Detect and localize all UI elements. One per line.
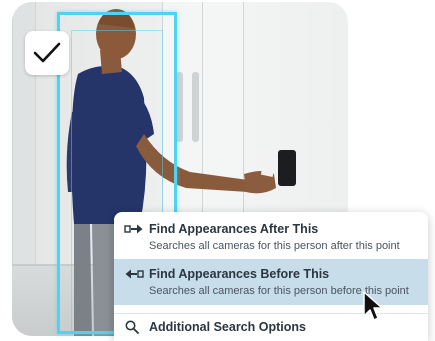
menu-item-title: Find Appearances Before This <box>149 267 330 281</box>
search-icon <box>125 320 139 334</box>
menu-item-title: Additional Search Options <box>149 320 306 334</box>
menu-item-find-after[interactable]: Find Appearances After This Searches all… <box>114 212 428 259</box>
checkmark-icon <box>33 42 61 63</box>
arrow-right-icon <box>124 224 143 234</box>
menu-item-title: Find Appearances After This <box>149 222 319 236</box>
menu-item-subtitle: Searches all cameras for this person aft… <box>149 240 400 252</box>
mouse-cursor-icon <box>363 291 383 321</box>
arrow-left-icon <box>125 269 144 279</box>
selection-checkbox[interactable] <box>25 31 69 75</box>
